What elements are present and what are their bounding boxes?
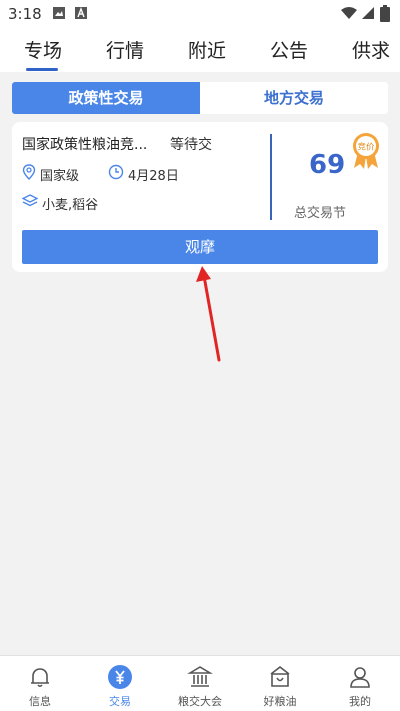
tab-nearby[interactable]: 附近: [188, 36, 226, 63]
policy-trade-tab[interactable]: 政策性交易: [12, 82, 200, 114]
total-trade-count: 69: [309, 150, 346, 180]
clock-icon: [108, 164, 124, 180]
watch-button[interactable]: 观摩: [22, 230, 378, 264]
badge-label: 竞价: [357, 142, 375, 153]
bottom-nav: 信息 交易 粮交大会 好粮油 我的: [0, 655, 400, 711]
user-icon: [350, 667, 370, 688]
annotation-arrow-icon: [196, 266, 221, 362]
card-divider: [270, 134, 272, 220]
tab-supply-demand[interactable]: 供求: [352, 36, 390, 63]
yuan-icon: [108, 665, 132, 689]
status-bar: 3:18: [0, 0, 400, 28]
trade-grains: 小麦,稻谷: [42, 198, 99, 213]
layers-icon: [22, 194, 38, 207]
nav-trade[interactable]: 交易: [90, 656, 150, 711]
building-icon: [187, 666, 213, 687]
tab-special[interactable]: 专场: [24, 36, 62, 63]
trade-type-switch: 政策性交易 地方交易: [12, 82, 388, 114]
battery-icon: [380, 5, 390, 22]
nav-mine[interactable]: 我的: [330, 656, 390, 711]
location-icon: [22, 164, 36, 180]
trade-title: 国家政策性粮油竞...: [22, 137, 148, 153]
shop-icon: [270, 665, 290, 687]
status-time: 3:18: [8, 5, 42, 23]
signal-icon: [362, 7, 374, 19]
text-notification-icon: [75, 7, 87, 19]
active-tab-indicator: [26, 68, 58, 71]
top-tab-bar: 专场 行情 附近 公告 供求: [0, 28, 400, 72]
trade-status: 等待交: [170, 137, 212, 153]
total-trade-label: 总交易节: [294, 206, 347, 221]
nav-good-grain[interactable]: 好粮油: [250, 656, 310, 711]
tab-market[interactable]: 行情: [106, 36, 144, 63]
nav-grain-conference-label: 粮交大会: [178, 695, 222, 708]
nav-trade-label: 交易: [109, 695, 131, 708]
nav-info[interactable]: 信息: [10, 656, 70, 711]
trade-card[interactable]: 国家政策性粮油竞... 等待交 国家级 4月28日 小麦,稻谷 竞价 69 总交…: [12, 122, 388, 272]
tab-announcement[interactable]: 公告: [270, 36, 308, 63]
local-trade-tab[interactable]: 地方交易: [200, 82, 388, 114]
nav-good-grain-label: 好粮油: [263, 695, 297, 708]
nav-grain-conference[interactable]: 粮交大会: [170, 656, 230, 711]
wifi-icon: [341, 7, 357, 19]
bidding-badge-icon: 竞价: [353, 133, 379, 169]
image-notification-icon: [53, 7, 65, 19]
trade-level: 国家级: [40, 169, 80, 184]
bell-icon: [31, 668, 49, 688]
trade-date: 4月28日: [128, 169, 179, 184]
nav-info-label: 信息: [29, 695, 51, 708]
nav-mine-label: 我的: [349, 695, 371, 708]
